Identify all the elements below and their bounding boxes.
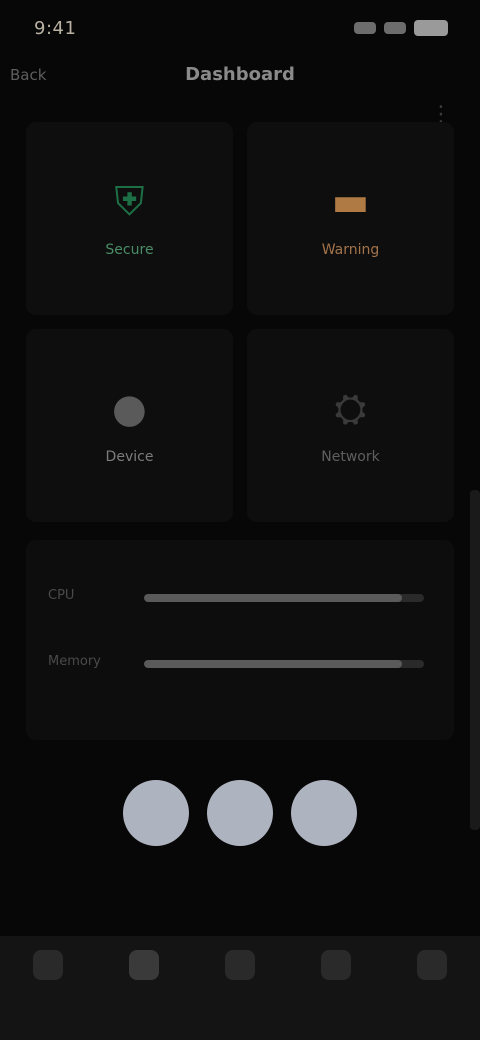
status-icons xyxy=(354,20,448,36)
usage-bar-fill xyxy=(144,660,402,668)
nav-icon xyxy=(129,950,159,980)
card-label: Network xyxy=(321,448,380,465)
screen: 9:41 Back Dashboard ⋮ ⛨ Secure ▬ Warning… xyxy=(0,0,480,1040)
nav-icon xyxy=(417,950,447,980)
action-button-3[interactable] xyxy=(291,780,357,846)
usage-panel: CPU Memory xyxy=(26,540,454,740)
card-secure[interactable]: ⛨ Secure xyxy=(26,122,233,315)
device-icon: ● xyxy=(112,385,147,432)
page-title: Dashboard xyxy=(185,64,295,85)
usage-bar-fill xyxy=(144,594,402,602)
nav-item[interactable] xyxy=(200,950,280,988)
nav-icon xyxy=(225,950,255,980)
status-bar: 9:41 xyxy=(0,0,480,56)
signal-icon xyxy=(354,22,376,34)
card-label: Device xyxy=(105,448,154,465)
card-label: Warning xyxy=(321,241,380,258)
nav-icon xyxy=(321,950,351,980)
nav-item[interactable] xyxy=(104,950,184,988)
scrollbar[interactable] xyxy=(470,490,480,830)
shield-icon: ⛨ xyxy=(114,178,145,225)
bottom-nav xyxy=(0,936,480,1040)
card-grid: ⛨ Secure ▬ Warning ● Device ⛭ Network xyxy=(26,122,454,522)
alert-icon: ▬ xyxy=(331,178,370,225)
nav-icon xyxy=(33,950,63,980)
card-network[interactable]: ⛭ Network xyxy=(247,329,454,522)
usage-bar xyxy=(144,594,424,602)
card-warning[interactable]: ▬ Warning xyxy=(247,122,454,315)
network-icon: ⛭ xyxy=(334,385,367,432)
app-bar: Back Dashboard ⋮ xyxy=(0,58,480,127)
card-device[interactable]: ● Device xyxy=(26,329,233,522)
status-time: 9:41 xyxy=(34,18,77,39)
action-button-1[interactable] xyxy=(123,780,189,846)
usage-label: Memory xyxy=(48,654,101,669)
nav-item[interactable] xyxy=(296,950,376,988)
usage-bar xyxy=(144,660,424,668)
usage-row: CPU xyxy=(26,578,454,618)
nav-item[interactable] xyxy=(392,950,472,988)
wifi-icon xyxy=(384,22,406,34)
usage-row: Memory xyxy=(26,644,454,684)
action-buttons xyxy=(0,780,480,870)
battery-icon xyxy=(414,20,448,36)
usage-label: CPU xyxy=(48,588,75,603)
action-button-2[interactable] xyxy=(207,780,273,846)
nav-item[interactable] xyxy=(8,950,88,988)
card-label: Secure xyxy=(105,241,154,258)
